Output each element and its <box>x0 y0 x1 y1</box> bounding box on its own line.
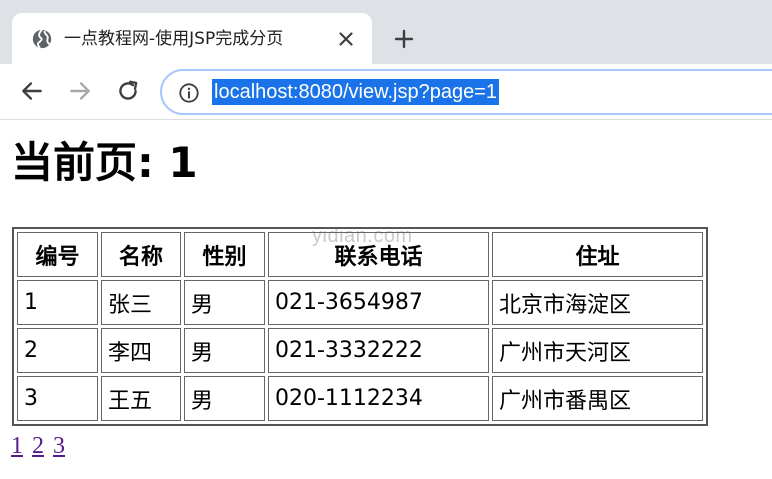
column-header-gender: 性别 <box>184 232 265 277</box>
page-link-1[interactable]: 1 <box>11 433 23 459</box>
table-header-row: 编号 名称 性别 联系电话 住址 <box>17 232 703 277</box>
forward-arrow-icon[interactable] <box>67 78 93 104</box>
info-icon[interactable] <box>178 82 200 104</box>
contacts-table: 编号 名称 性别 联系电话 住址 1 张三 男 021-3654987 北京市海… <box>12 227 708 426</box>
cell-address: 广州市番禺区 <box>492 376 703 421</box>
cell-address: 北京市海淀区 <box>492 280 703 325</box>
cell-name: 李四 <box>101 328 181 373</box>
tab-title: 一点教程网-使用JSP完成分页 <box>64 29 284 49</box>
address-bar[interactable]: localhost:8080/view.jsp?page=1 <box>160 69 772 115</box>
back-arrow-icon[interactable] <box>19 78 45 104</box>
close-icon[interactable] <box>335 28 357 50</box>
page-link-2[interactable]: 2 <box>32 433 44 459</box>
tab-strip: 一点教程网-使用JSP完成分页 <box>0 0 772 64</box>
column-header-id: 编号 <box>17 232 98 277</box>
cell-phone: 021-3332222 <box>268 328 489 373</box>
cell-gender: 男 <box>184 376 265 421</box>
globe-icon <box>32 29 52 49</box>
table-row: 1 张三 男 021-3654987 北京市海淀区 <box>17 280 703 325</box>
page-title: 当前页: 1 <box>11 138 198 187</box>
cell-id: 2 <box>17 328 98 373</box>
cell-id: 3 <box>17 376 98 421</box>
cell-address: 广州市天河区 <box>492 328 703 373</box>
cell-name: 张三 <box>101 280 181 325</box>
page-link-3[interactable]: 3 <box>53 433 65 459</box>
pagination: 1 2 3 <box>11 432 68 460</box>
browser-toolbar: localhost:8080/view.jsp?page=1 <box>0 64 772 120</box>
cell-gender: 男 <box>184 280 265 325</box>
cell-phone: 020-1112234 <box>268 376 489 421</box>
url-text[interactable]: localhost:8080/view.jsp?page=1 <box>212 79 499 105</box>
cell-gender: 男 <box>184 328 265 373</box>
table-row: 2 李四 男 021-3332222 广州市天河区 <box>17 328 703 373</box>
plus-icon[interactable] <box>392 27 416 51</box>
column-header-name: 名称 <box>101 232 181 277</box>
reload-icon[interactable] <box>115 78 141 104</box>
browser-tab[interactable]: 一点教程网-使用JSP完成分页 <box>12 13 372 64</box>
cell-name: 王五 <box>101 376 181 421</box>
cell-id: 1 <box>17 280 98 325</box>
column-header-phone: 联系电话 <box>268 232 489 277</box>
cell-phone: 021-3654987 <box>268 280 489 325</box>
table-row: 3 王五 男 020-1112234 广州市番禺区 <box>17 376 703 421</box>
column-header-address: 住址 <box>492 232 703 277</box>
page-content: 当前页: 1 yidian.com 编号 名称 性别 联系电话 住址 1 张三 … <box>0 121 772 479</box>
